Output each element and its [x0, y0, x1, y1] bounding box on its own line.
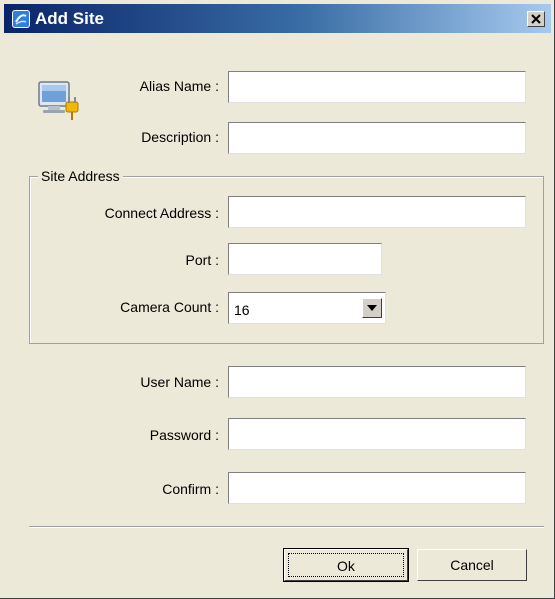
port-label: Port :	[185, 252, 219, 268]
chevron-down-icon	[367, 305, 377, 311]
dropdown-button[interactable]	[362, 298, 382, 318]
camera-count-value: 16	[234, 302, 250, 318]
camera-count-label: Camera Count :	[120, 299, 219, 315]
add-site-dialog: Add Site Alias Name : Description : Site…	[0, 0, 555, 599]
password-input[interactable]	[228, 418, 526, 450]
description-input[interactable]	[228, 122, 526, 154]
ok-button-label: Ok	[288, 553, 404, 577]
connect-address-label: Connect Address :	[104, 205, 219, 221]
app-icon	[12, 10, 30, 28]
close-icon	[531, 14, 541, 24]
confirm-label: Confirm :	[162, 481, 219, 497]
confirm-input[interactable]	[228, 472, 526, 504]
close-button[interactable]	[527, 11, 545, 27]
separator	[29, 526, 544, 528]
camera-count-select[interactable]: 16	[228, 292, 386, 324]
ok-button[interactable]: Ok	[283, 548, 409, 582]
user-name-label: User Name :	[140, 374, 219, 390]
site-address-legend: Site Address	[38, 168, 123, 184]
password-label: Password :	[149, 427, 219, 443]
window-title: Add Site	[35, 9, 104, 28]
title-bar[interactable]: Add Site	[4, 4, 551, 33]
port-input[interactable]	[228, 243, 382, 275]
user-name-input[interactable]	[228, 366, 526, 398]
alias-name-label: Alias Name :	[139, 78, 219, 94]
connect-address-input[interactable]	[228, 196, 526, 228]
cancel-button-label: Cancel	[450, 557, 494, 573]
alias-name-input[interactable]	[228, 71, 526, 103]
description-label: Description :	[141, 129, 219, 145]
cancel-button[interactable]: Cancel	[417, 549, 527, 581]
computer-plug-icon	[36, 78, 84, 124]
